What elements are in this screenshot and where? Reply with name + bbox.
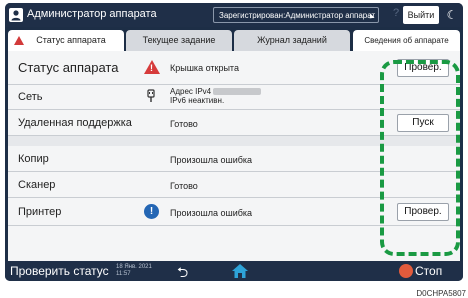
home-icon[interactable] (231, 263, 249, 281)
warning-icon: ! (144, 60, 160, 74)
row-name: Удаленная поддержка (18, 117, 132, 129)
row-status: Произошла ошибка (170, 208, 253, 218)
row-name: Принтер (18, 206, 62, 218)
date-time: 18 Янв. 2021 11:57 (116, 264, 152, 278)
tab-bar: Статус аппарата Текущее задание Журнал з… (5, 27, 463, 51)
row-name: Копир (18, 153, 49, 165)
highlight-frame (380, 60, 460, 256)
bottom-bar: Проверить статус 18 Янв. 2021 11:57 ⮌ Ст… (5, 261, 463, 281)
tab-current-job[interactable]: Текущее задание (126, 30, 232, 51)
user-icon (9, 8, 23, 22)
tab-label: Статус аппарата (36, 35, 106, 45)
ipv6-status-label: IPv6 неактивн. (170, 96, 225, 105)
row-name: Статус аппарата (18, 60, 119, 75)
figure-code: D0CHPA5807 (416, 289, 466, 298)
stop-button[interactable]: Стоп (415, 264, 442, 278)
network-icon (146, 89, 156, 108)
tab-job-history[interactable]: Журнал заданий (234, 30, 350, 51)
title-bar: Администратор аппарата Зарегистрирован:А… (5, 3, 463, 27)
ipv4-address-label: Адрес IPv4 (170, 87, 212, 96)
tab-machine-status[interactable]: Статус аппарата (8, 30, 124, 51)
row-name: Сеть (18, 91, 43, 103)
login-user-dropdown[interactable]: Зарегистрирован:Администратор аппарат (213, 7, 379, 23)
row-name: Сканер (18, 179, 56, 191)
logout-button[interactable]: Выйти (403, 6, 439, 24)
row-status: Крышка открыта (170, 63, 239, 73)
row-status: Готово (170, 119, 198, 129)
row-status: Адрес IPv4 IPv6 неактивн. (170, 87, 262, 105)
energy-saver-button[interactable]: ☾ (443, 6, 461, 24)
info-icon: ! (144, 204, 159, 219)
date-label: 18 Янв. 2021 (116, 264, 152, 270)
stop-icon[interactable] (399, 264, 413, 278)
row-status: Произошла ошибка (170, 155, 253, 165)
row-status: Готово (170, 181, 198, 191)
time-label: 11:57 (116, 271, 131, 277)
check-status-button[interactable]: Проверить статус (10, 264, 109, 278)
ip-address-redacted (213, 88, 262, 96)
help-button[interactable]: ? (389, 7, 403, 23)
app-title: Администратор аппарата (27, 8, 157, 20)
warning-icon (14, 36, 24, 45)
login-user-label: Зарегистрирован:Администратор аппарат (219, 11, 376, 20)
back-icon[interactable]: ⮌ (177, 262, 188, 281)
tab-machine-info[interactable]: Сведения об аппарате (353, 30, 460, 51)
